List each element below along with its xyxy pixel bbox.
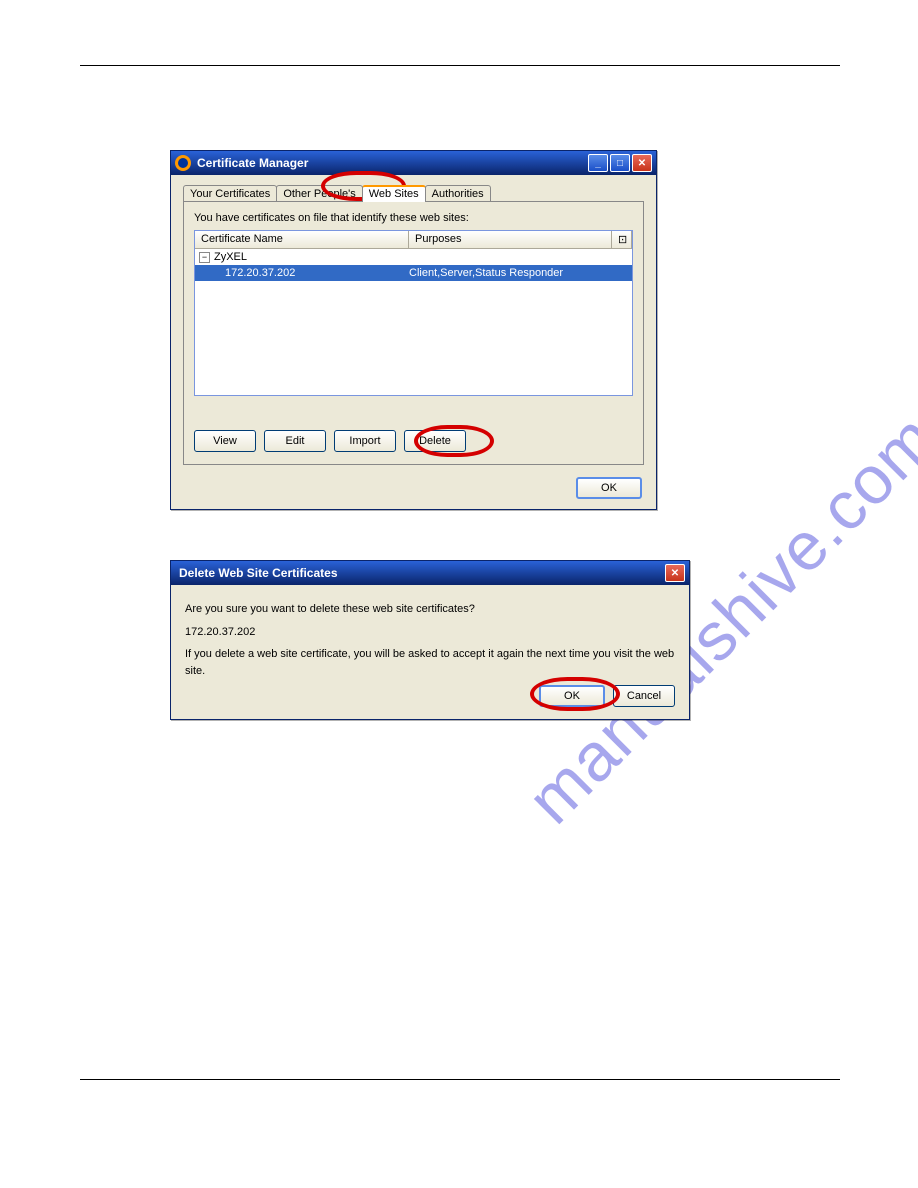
tab-panel: You have certificates on file that ident…: [183, 201, 644, 465]
close-button[interactable]: ✕: [632, 154, 652, 172]
delete-button[interactable]: Delete: [404, 430, 466, 452]
cert-purposes: Client,Server,Status Responder: [409, 265, 628, 281]
action-buttons: View Edit Import Delete: [194, 430, 466, 452]
window-controls: _ □ ✕: [588, 154, 652, 172]
list-header: Certificate Name Purposes ⊡: [195, 231, 632, 249]
collapse-icon[interactable]: −: [199, 252, 210, 263]
firefox-icon: [175, 155, 191, 171]
dialog-titlebar[interactable]: Delete Web Site Certificates ✕: [171, 561, 689, 585]
dialog-title: Delete Web Site Certificates: [175, 566, 665, 580]
window-body: Your Certificates Other People's Web Sit…: [171, 175, 656, 473]
col-picker-icon[interactable]: ⊡: [612, 231, 632, 248]
dialog-close-button[interactable]: ✕: [665, 564, 685, 582]
instruction-text: You have certificates on file that ident…: [194, 212, 633, 224]
dialog-cancel-button[interactable]: Cancel: [613, 685, 675, 707]
col-purposes[interactable]: Purposes: [409, 231, 612, 248]
tab-other-peoples[interactable]: Other People's: [276, 185, 362, 202]
certificate-manager-window: Certificate Manager _ □ ✕ Your Certifica…: [170, 150, 657, 510]
certificate-list[interactable]: Certificate Name Purposes ⊡ − ZyXEL 172.…: [194, 230, 633, 396]
cert-name: 172.20.37.202: [199, 265, 409, 281]
tab-authorities[interactable]: Authorities: [425, 185, 491, 202]
titlebar[interactable]: Certificate Manager _ □ ✕: [171, 151, 656, 175]
tab-your-certificates[interactable]: Your Certificates: [183, 185, 277, 202]
import-button[interactable]: Import: [334, 430, 396, 452]
list-item-selected[interactable]: 172.20.37.202 Client,Server,Status Respo…: [195, 265, 632, 281]
dialog-ok-button[interactable]: OK: [539, 685, 605, 707]
ok-row: OK: [576, 477, 642, 499]
confirm-question: Are you sure you want to delete these we…: [185, 601, 675, 618]
confirm-item: 172.20.37.202: [185, 624, 675, 641]
window-title: Certificate Manager: [197, 156, 588, 170]
dialog-body: Are you sure you want to delete these we…: [171, 585, 689, 695]
tab-strip: Your Certificates Other People's Web Sit…: [183, 185, 644, 202]
maximize-button[interactable]: □: [610, 154, 630, 172]
edit-button[interactable]: Edit: [264, 430, 326, 452]
col-certificate-name[interactable]: Certificate Name: [195, 231, 409, 248]
minimize-button[interactable]: _: [588, 154, 608, 172]
ok-button[interactable]: OK: [576, 477, 642, 499]
group-label: ZyXEL: [214, 249, 247, 265]
confirm-note: If you delete a web site certificate, yo…: [185, 646, 675, 679]
dialog-controls: ✕: [665, 564, 685, 582]
group-row-zyxel[interactable]: − ZyXEL: [195, 249, 632, 265]
delete-confirmation-dialog: Delete Web Site Certificates ✕ Are you s…: [170, 560, 690, 720]
tab-web-sites[interactable]: Web Sites: [362, 185, 426, 202]
view-button[interactable]: View: [194, 430, 256, 452]
dialog-buttons: OK Cancel: [539, 685, 675, 707]
